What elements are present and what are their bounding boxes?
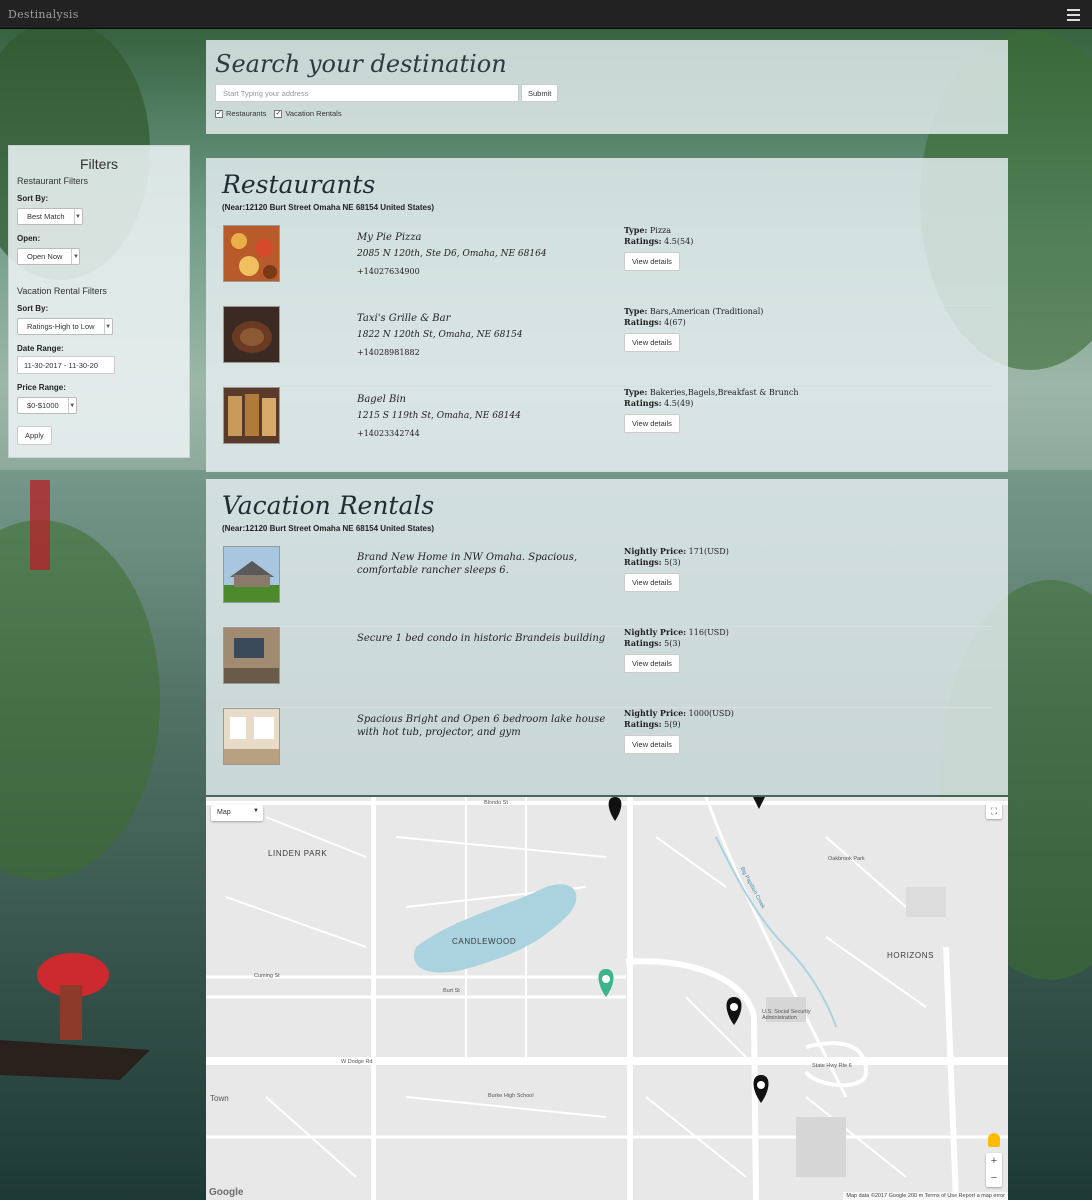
sort-by-select[interactable]: Best Match ▼ — [17, 208, 83, 225]
rental-photo[interactable] — [223, 627, 280, 684]
restaurants-title: Restaurants — [222, 170, 376, 199]
vacation-rentals-checkbox[interactable]: ✓ Vacation Rentals — [274, 109, 342, 118]
menu-icon[interactable] — [1067, 9, 1080, 21]
restaurant-address: 1215 S 119th St, Omaha, NE 68144 — [357, 411, 521, 421]
restaurant-phone: +14027634900 — [357, 267, 420, 276]
restaurant-name[interactable]: Taxi's Grille & Bar — [357, 313, 617, 326]
rental-item: Spacious Bright and Open 6 bedroom lake … — [222, 708, 992, 789]
submit-button[interactable]: Submit — [521, 84, 559, 102]
rental-meta: Nightly Price: 116(USD) Ratings: 5(3) — [624, 627, 729, 648]
restaurant-photo[interactable] — [223, 306, 280, 363]
map-label-oakbrook: Oakbrook Park — [828, 856, 865, 862]
address-search-input[interactable]: Start Typing your address — [215, 84, 519, 102]
zoom-in-button[interactable]: + — [986, 1153, 1002, 1170]
rental-item: Brand New Home in NW Omaha. Spacious, co… — [222, 546, 992, 627]
rental-name[interactable]: Spacious Bright and Open 6 bedroom lake … — [357, 714, 617, 739]
rental-name[interactable]: Brand New Home in NW Omaha. Spacious, co… — [357, 552, 617, 577]
search-panel: Search your destination Start Typing you… — [206, 40, 1008, 134]
chevron-down-icon: ▼ — [73, 209, 82, 224]
chevron-down-icon: ▼ — [253, 808, 259, 814]
view-details-button[interactable]: View details — [624, 735, 680, 754]
pegman-icon[interactable] — [988, 1133, 1000, 1147]
price-range-select[interactable]: $0-$1000 ▼ — [17, 397, 77, 414]
rental-meta: Nightly Price: 1000(USD) Ratings: 5(9) — [624, 708, 734, 729]
restaurants-near: (Near:12120 Burt Street Omaha NE 68154 U… — [222, 203, 435, 212]
view-details-button[interactable]: View details — [624, 573, 680, 592]
chevron-down-icon: ▼ — [67, 398, 76, 413]
map-label-burt: Burt St — [443, 988, 460, 994]
view-details-button[interactable]: View details — [624, 252, 680, 271]
restaurant-meta: Type: Bakeries,Bagels,Breakfast & Brunch… — [624, 387, 799, 408]
chevron-down-icon: ▼ — [103, 319, 112, 334]
search-title: Search your destination — [215, 50, 507, 78]
view-details-button[interactable]: View details — [624, 333, 680, 352]
map-label-blondo: Blondo St — [484, 800, 508, 806]
map-label-horizons: HORIZONS — [887, 951, 935, 960]
restaurant-phone: +14023342744 — [357, 429, 420, 438]
price-range-label: Price Range: — [17, 383, 66, 392]
filters-panel: Filters Restaurant Filters Sort By: Best… — [8, 145, 190, 458]
map-label-dodge: W Dodge Rd — [341, 1059, 373, 1065]
map[interactable]: LINDEN PARK CANDLEWOOD HORIZONS Oakbrook… — [206, 797, 1008, 1200]
map-label-candlewood: CANDLEWOOD — [452, 937, 517, 946]
rental-item: Secure 1 bed condo in historic Brandeis … — [222, 627, 992, 708]
map-label-town: Town — [210, 1094, 229, 1103]
check-icon: ✓ — [274, 109, 283, 118]
map-label-ssa: U.S. Social Security Administration — [762, 1009, 811, 1021]
restaurant-meta: Type: Pizza Ratings: 4.5(54) — [624, 225, 694, 246]
date-range-input[interactable]: 11-30-2017 - 11-30-20 — [17, 356, 115, 374]
map-label-burke: Burke High School — [488, 1093, 534, 1099]
rental-photo[interactable] — [223, 708, 280, 765]
zoom-control: + − — [986, 1153, 1002, 1187]
fullscreen-icon[interactable]: ⛶ — [986, 803, 1002, 819]
rental-name[interactable]: Secure 1 bed condo in historic Brandeis … — [357, 633, 617, 646]
vac-sort-by-label: Sort By: — [17, 304, 49, 313]
top-navbar: Destinalysis — [0, 0, 1092, 29]
rental-photo[interactable] — [223, 546, 280, 603]
restaurant-item: Bagel Bin 1215 S 119th St, Omaha, NE 681… — [222, 387, 992, 468]
restaurants-checkbox[interactable]: ✓ Restaurants — [215, 109, 266, 118]
view-details-button[interactable]: View details — [624, 654, 680, 673]
restaurant-name[interactable]: My Pie Pizza — [357, 232, 617, 245]
restaurant-address: 2085 N 120th, Ste D6, Omaha, NE 68164 — [357, 249, 547, 259]
map-label-cuming: Cuming St — [254, 973, 280, 979]
restaurants-panel: Restaurants (Near:12120 Burt Street Omah… — [206, 158, 1008, 472]
zoom-out-button[interactable]: − — [986, 1170, 1002, 1187]
vacation-filters-heading: Vacation Rental Filters — [17, 286, 107, 296]
check-icon: ✓ — [215, 109, 223, 118]
date-range-label: Date Range: — [17, 344, 64, 353]
restaurant-phone: +14028981882 — [357, 348, 420, 357]
sort-by-label: Sort By: — [17, 194, 49, 203]
open-label: Open: — [17, 234, 41, 243]
map-label-hwy6: State Hwy Rte 6 — [812, 1063, 852, 1069]
filters-title: Filters — [79, 156, 119, 172]
map-label-linden-park: LINDEN PARK — [268, 849, 328, 858]
rentals-panel: Vacation Rentals (Near:12120 Burt Street… — [206, 479, 1008, 795]
rental-meta: Nightly Price: 171(USD) Ratings: 5(3) — [624, 546, 729, 567]
vac-sort-select[interactable]: Ratings-High to Low ▼ — [17, 318, 113, 335]
restaurant-photo[interactable] — [223, 387, 280, 444]
brand-logo[interactable]: Destinalysis — [8, 8, 79, 21]
restaurant-meta: Type: Bars,American (Traditional) Rating… — [624, 306, 764, 327]
open-select[interactable]: Open Now ▼ — [17, 248, 81, 265]
chevron-down-icon: ▼ — [71, 249, 79, 264]
restaurant-address: 1822 N 120th St, Omaha, NE 68154 — [357, 330, 523, 340]
restaurant-photo[interactable] — [223, 225, 280, 282]
rentals-near: (Near:12120 Burt Street Omaha NE 68154 U… — [222, 524, 435, 533]
view-details-button[interactable]: View details — [624, 414, 680, 433]
apply-button[interactable]: Apply — [17, 426, 52, 445]
map-type-control[interactable]: Map ▼ — [211, 805, 263, 821]
google-logo: Google — [209, 1187, 244, 1198]
restaurant-name[interactable]: Bagel Bin — [357, 394, 617, 407]
restaurant-item: Taxi's Grille & Bar 1822 N 120th St, Oma… — [222, 306, 992, 387]
rentals-title: Vacation Rentals — [222, 491, 435, 520]
restaurant-filters-heading: Restaurant Filters — [17, 176, 89, 186]
restaurant-item: My Pie Pizza 2085 N 120th, Ste D6, Omaha… — [222, 225, 992, 306]
map-footer[interactable]: Map data ©2017 Google 200 m Terms of Use… — [843, 1192, 1008, 1200]
